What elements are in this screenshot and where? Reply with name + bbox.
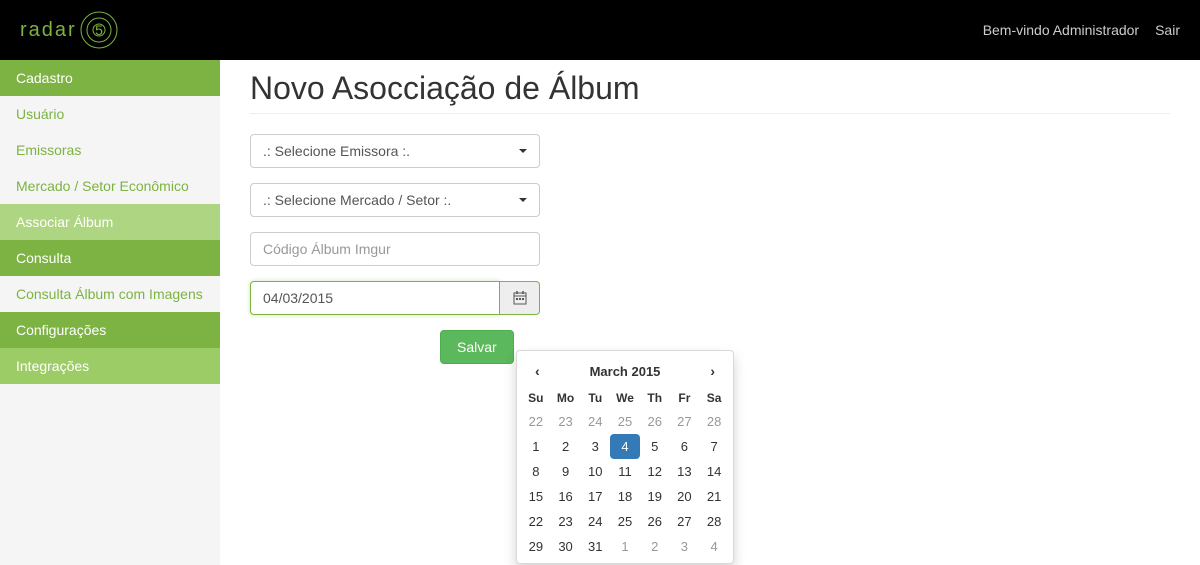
caret-down-icon <box>519 198 527 202</box>
sidebar-item[interactable]: Emissoras <box>0 132 220 168</box>
date-picker-button[interactable] <box>500 281 540 315</box>
datepicker-next-button[interactable]: › <box>702 359 723 383</box>
svg-text:5: 5 <box>95 22 103 38</box>
page-title: Novo Asocciação de Álbum <box>250 70 1170 114</box>
datepicker-day[interactable]: 14 <box>699 459 729 484</box>
emissora-dropdown[interactable]: .: Selecione Emissora :. <box>250 134 540 168</box>
codigo-input[interactable] <box>250 232 540 266</box>
datepicker-day[interactable]: 20 <box>670 484 700 509</box>
datepicker-day[interactable]: 30 <box>551 534 581 559</box>
mercado-dropdown[interactable]: .: Selecione Mercado / Setor :. <box>250 183 540 217</box>
sidebar: CadastroUsuárioEmissorasMercado / Setor … <box>0 60 220 565</box>
sidebar-item[interactable]: Mercado / Setor Econômico <box>0 168 220 204</box>
sidebar-header[interactable]: Consulta <box>0 240 220 276</box>
datepicker-dow: Sa <box>699 387 729 409</box>
datepicker-day[interactable]: 26 <box>640 409 670 434</box>
logo[interactable]: radar 5 <box>20 10 119 50</box>
datepicker-title[interactable]: March 2015 <box>590 364 661 379</box>
datepicker-day[interactable]: 24 <box>580 409 610 434</box>
date-input[interactable] <box>250 281 500 315</box>
datepicker-day[interactable]: 2 <box>551 434 581 459</box>
sidebar-header[interactable]: Cadastro <box>0 60 220 96</box>
datepicker-day[interactable]: 27 <box>670 509 700 534</box>
datepicker-day[interactable]: 1 <box>610 534 640 559</box>
datepicker-day[interactable]: 9 <box>551 459 581 484</box>
datepicker-day[interactable]: 31 <box>580 534 610 559</box>
datepicker-day[interactable]: 22 <box>521 509 551 534</box>
datepicker-dow: We <box>610 387 640 409</box>
datepicker-table: SuMoTuWeThFrSa 2223242526272812345678910… <box>521 387 729 559</box>
datepicker-day[interactable]: 23 <box>551 409 581 434</box>
datepicker-day[interactable]: 3 <box>580 434 610 459</box>
datepicker-day[interactable]: 4 <box>610 434 640 459</box>
datepicker-day[interactable]: 16 <box>551 484 581 509</box>
datepicker-day[interactable]: 22 <box>521 409 551 434</box>
datepicker-day[interactable]: 8 <box>521 459 551 484</box>
datepicker-dow: Fr <box>670 387 700 409</box>
datepicker-day[interactable]: 10 <box>580 459 610 484</box>
datepicker-day[interactable]: 5 <box>640 434 670 459</box>
datepicker-day[interactable]: 18 <box>610 484 640 509</box>
datepicker-day[interactable]: 23 <box>551 509 581 534</box>
datepicker-day[interactable]: 13 <box>670 459 700 484</box>
datepicker-day[interactable]: 29 <box>521 534 551 559</box>
datepicker-day[interactable]: 4 <box>699 534 729 559</box>
datepicker-prev-button[interactable]: ‹ <box>527 359 548 383</box>
datepicker-day[interactable]: 21 <box>699 484 729 509</box>
datepicker-day[interactable]: 11 <box>610 459 640 484</box>
datepicker-day[interactable]: 25 <box>610 509 640 534</box>
sidebar-item[interactable]: Usuário <box>0 96 220 132</box>
datepicker-day[interactable]: 3 <box>670 534 700 559</box>
topbar: radar 5 Bem-vindo Administrador Sair <box>0 0 1200 60</box>
sidebar-item[interactable]: Consulta Álbum com Imagens <box>0 276 220 312</box>
datepicker-day[interactable]: 17 <box>580 484 610 509</box>
datepicker-day[interactable]: 19 <box>640 484 670 509</box>
datepicker-dow: Su <box>521 387 551 409</box>
datepicker-day[interactable]: 26 <box>640 509 670 534</box>
calendar-icon <box>513 291 527 305</box>
welcome-text: Bem-vindo Administrador <box>983 22 1139 38</box>
datepicker-dow: Tu <box>580 387 610 409</box>
logo-text: radar <box>20 19 77 42</box>
logout-link[interactable]: Sair <box>1155 22 1180 38</box>
caret-down-icon <box>519 149 527 153</box>
datepicker-popup: ‹ March 2015 › SuMoTuWeThFrSa 2223242526… <box>516 350 734 564</box>
save-button[interactable]: Salvar <box>440 330 514 364</box>
emissora-dropdown-label: .: Selecione Emissora :. <box>263 143 410 159</box>
datepicker-day[interactable]: 1 <box>521 434 551 459</box>
datepicker-day[interactable]: 28 <box>699 409 729 434</box>
datepicker-day[interactable]: 24 <box>580 509 610 534</box>
radar-icon: 5 <box>79 10 119 50</box>
sidebar-header[interactable]: Configurações <box>0 312 220 348</box>
datepicker-day[interactable]: 27 <box>670 409 700 434</box>
datepicker-dow: Th <box>640 387 670 409</box>
datepicker-day[interactable]: 28 <box>699 509 729 534</box>
topbar-right: Bem-vindo Administrador Sair <box>983 22 1180 38</box>
datepicker-day[interactable]: 12 <box>640 459 670 484</box>
sidebar-header[interactable]: Integrações <box>0 348 220 384</box>
datepicker-day[interactable]: 2 <box>640 534 670 559</box>
datepicker-day[interactable]: 15 <box>521 484 551 509</box>
datepicker-dow: Mo <box>551 387 581 409</box>
datepicker-day[interactable]: 7 <box>699 434 729 459</box>
mercado-dropdown-label: .: Selecione Mercado / Setor :. <box>263 192 451 208</box>
sidebar-item[interactable]: Associar Álbum <box>0 204 220 240</box>
datepicker-day[interactable]: 25 <box>610 409 640 434</box>
datepicker-day[interactable]: 6 <box>670 434 700 459</box>
